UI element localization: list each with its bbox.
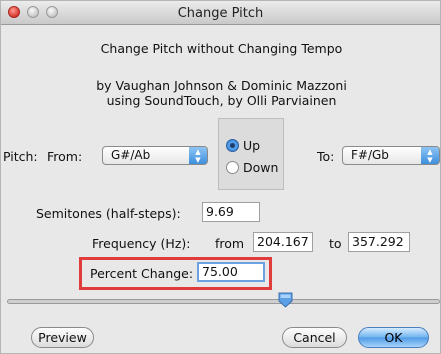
frequency-to-label: to bbox=[329, 236, 342, 251]
pitch-slider[interactable] bbox=[7, 299, 440, 304]
pitch-to-select[interactable]: F#/Gb ▲ ▼ bbox=[342, 146, 440, 165]
ok-button[interactable]: OK bbox=[358, 327, 429, 348]
preview-button[interactable]: Preview bbox=[31, 327, 94, 348]
frequency-label: Frequency (Hz): bbox=[92, 236, 191, 251]
credit-line-1: by Vaughan Johnson & Dominic Mazzoni bbox=[96, 78, 347, 93]
title-bar: Change Pitch bbox=[1, 1, 440, 25]
direction-down-label: Down bbox=[243, 160, 279, 175]
cancel-button[interactable]: Cancel bbox=[282, 327, 347, 348]
slider-thumb-icon[interactable] bbox=[278, 292, 293, 308]
percent-change-label: Percent Change: bbox=[90, 266, 194, 281]
pitch-to-label: To: bbox=[317, 149, 335, 164]
pitch-from-label: From: bbox=[47, 149, 83, 164]
percent-change-input[interactable]: 75.00 bbox=[197, 262, 265, 282]
pitch-to-value: F#/Gb bbox=[351, 148, 389, 162]
pitch-from-value: G#/Ab bbox=[111, 148, 151, 162]
radio-unselected-icon bbox=[226, 161, 239, 174]
radio-selected-icon bbox=[226, 139, 239, 152]
frequency-from-label: from bbox=[215, 236, 245, 251]
credit-line-2: using SoundTouch, by Olli Parviainen bbox=[106, 93, 337, 108]
change-pitch-dialog: Change Pitch Change Pitch without Changi… bbox=[0, 0, 441, 354]
frequency-to-input[interactable]: 357.292 bbox=[348, 232, 410, 252]
dialog-heading: Change Pitch without Changing Tempo bbox=[100, 41, 343, 56]
chevron-updown-icon: ▲ ▼ bbox=[421, 147, 439, 164]
window-title: Change Pitch bbox=[177, 6, 264, 21]
semitones-label: Semitones (half-steps): bbox=[36, 206, 181, 221]
pitch-from-select[interactable]: G#/Ab ▲ ▼ bbox=[102, 146, 208, 165]
direction-group: Up Down bbox=[218, 118, 284, 190]
semitones-input[interactable]: 9.69 bbox=[202, 202, 260, 222]
direction-up-label: Up bbox=[243, 138, 261, 153]
frequency-from-input[interactable]: 204.167 bbox=[253, 232, 313, 252]
pitch-label: Pitch: bbox=[3, 149, 38, 164]
chevron-updown-icon: ▲ ▼ bbox=[189, 147, 207, 164]
